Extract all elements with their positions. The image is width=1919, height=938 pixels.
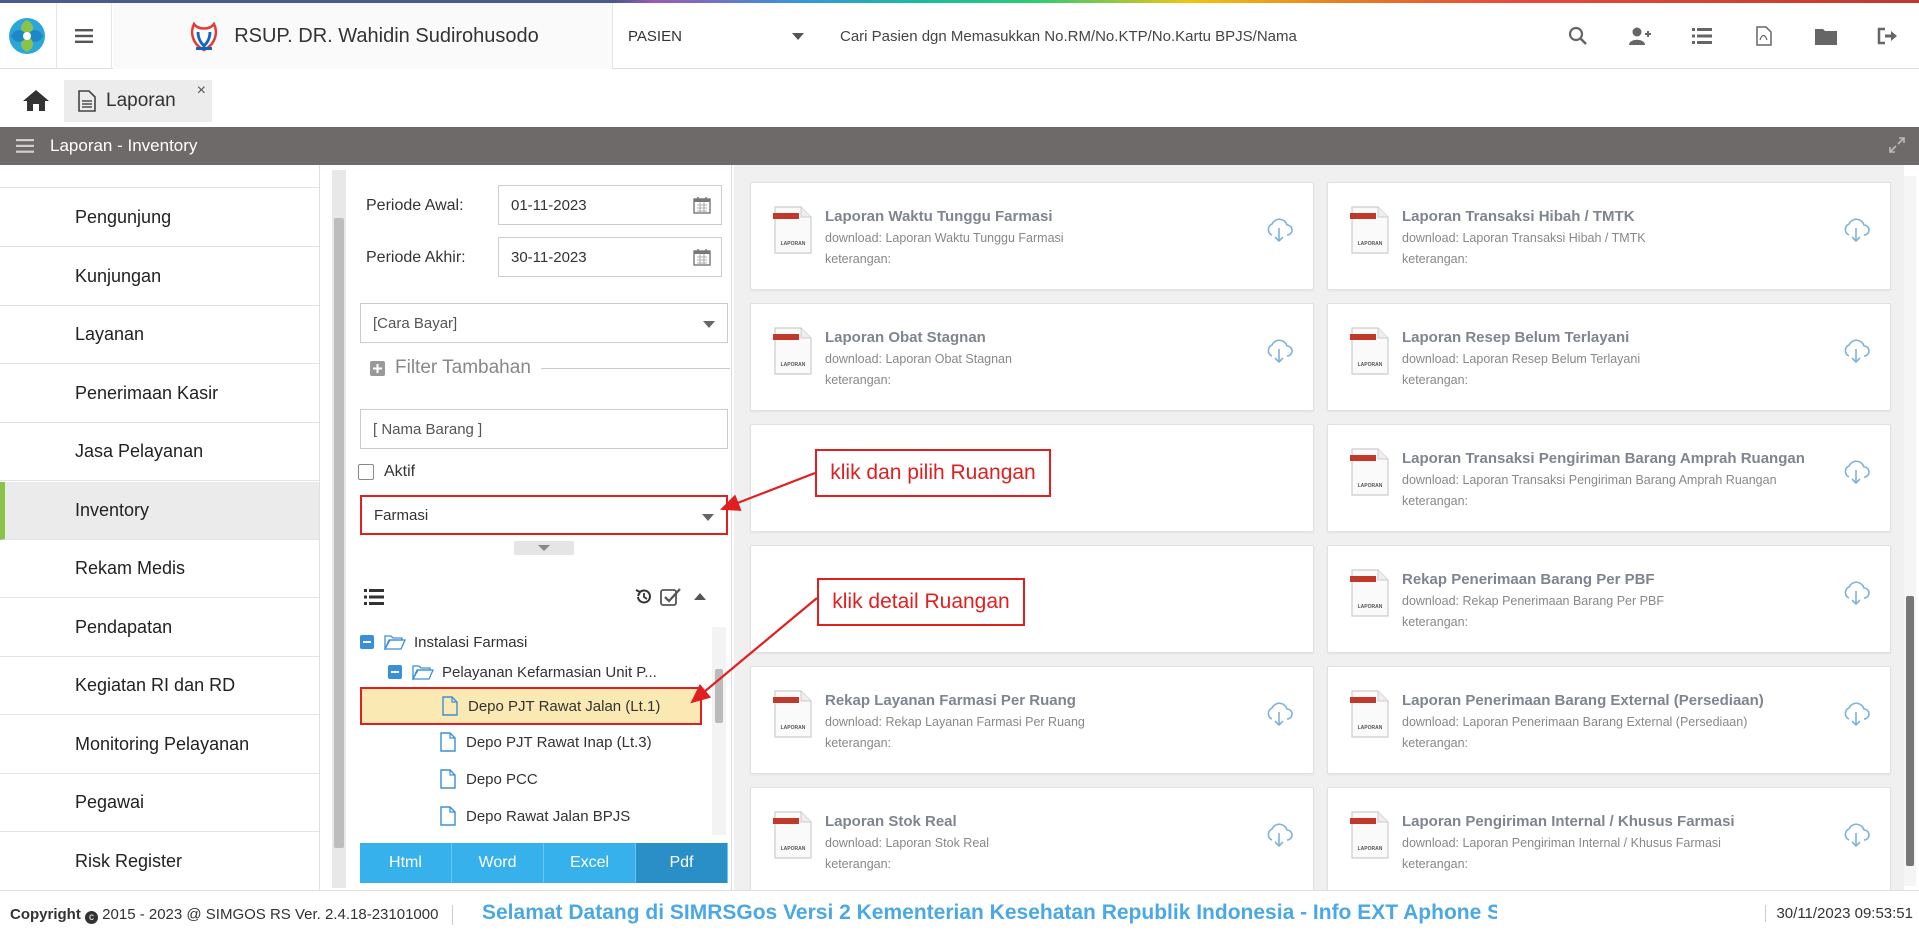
divider xyxy=(452,905,453,925)
annotation-detail-ruangan: klik detail Ruangan xyxy=(817,578,1025,626)
copyright-label: Copyright xyxy=(10,905,81,923)
marquee-announcement: Selamat Datang di SIMRSGos Versi 2 Kemen… xyxy=(482,901,1497,924)
annotation-pilih-ruangan: klik dan pilih Ruangan xyxy=(815,449,1051,497)
copyright-icon: c xyxy=(85,910,98,924)
footer: Copyright c 2015 - 2023 @ SIMGOS RS Ver.… xyxy=(0,890,1919,938)
clock: 30/11/2023 09:53:51 xyxy=(1765,905,1913,922)
version-text: 2015 - 2023 @ SIMGOS RS Ver. 2.4.18-2310… xyxy=(102,905,439,923)
copyright-text: Copyright c 2015 - 2023 @ SIMGOS RS Ver.… xyxy=(10,906,438,924)
